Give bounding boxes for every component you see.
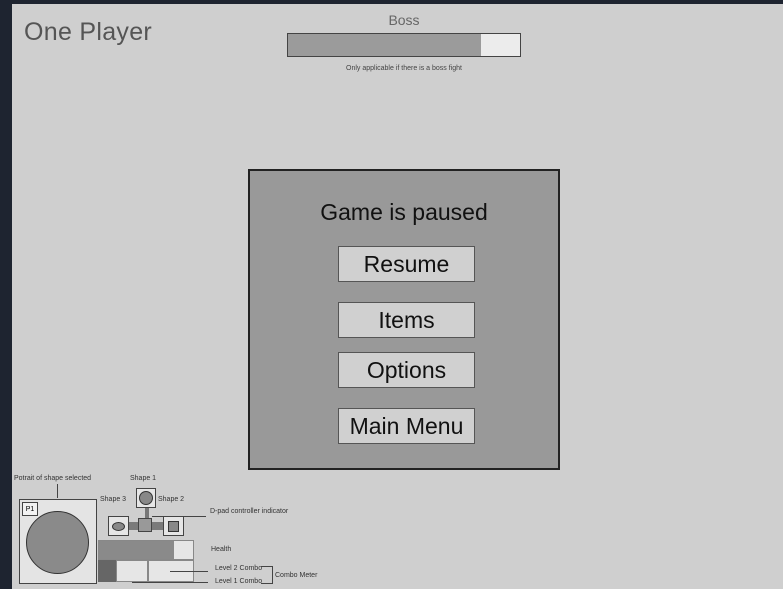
level2-label: Level 2 Combo bbox=[215, 565, 263, 572]
shape3-icon bbox=[112, 522, 125, 531]
boss-note: Only applicable if there is a boss fight bbox=[346, 65, 462, 72]
dpad-pointer bbox=[152, 516, 206, 517]
combo-meter-fill bbox=[98, 560, 116, 582]
boss-health-bar bbox=[287, 33, 521, 57]
portrait-pointer bbox=[57, 484, 58, 498]
shape2-slot bbox=[163, 516, 184, 536]
level2-pointer bbox=[170, 571, 208, 572]
level1-label: Level 1 Combo bbox=[215, 578, 263, 585]
level1-combo-slot bbox=[116, 560, 148, 582]
options-button[interactable]: Options bbox=[338, 352, 475, 388]
game-canvas: One Player Boss Only applicable if there… bbox=[12, 4, 783, 589]
shape2-label: Shape 2 bbox=[158, 496, 185, 503]
dpad-center-icon bbox=[138, 518, 152, 532]
level1-pointer bbox=[132, 582, 208, 583]
pause-title: Game is paused bbox=[320, 199, 488, 225]
pause-menu-panel: Game is paused Resume Items Options Main… bbox=[248, 169, 560, 470]
dpad-label: D-pad controller indicator bbox=[210, 508, 289, 515]
shape1-label: Shape 1 bbox=[130, 475, 157, 482]
shape3-slot bbox=[108, 516, 129, 536]
main-menu-button[interactable]: Main Menu bbox=[338, 408, 475, 444]
health-label: Health bbox=[211, 546, 232, 553]
shape1-slot bbox=[136, 488, 156, 508]
combo-bracket bbox=[261, 566, 273, 584]
boss-label: Boss bbox=[388, 12, 420, 28]
shape3-label: Shape 3 bbox=[100, 496, 127, 503]
player-tag: P1 bbox=[22, 502, 38, 516]
resume-button[interactable]: Resume bbox=[338, 246, 475, 282]
portrait-label: Potrait of shape selected bbox=[14, 475, 92, 482]
health-bar bbox=[98, 540, 194, 560]
dpad-up-arm bbox=[145, 508, 149, 518]
health-fill bbox=[99, 541, 175, 559]
items-button[interactable]: Items bbox=[338, 302, 475, 338]
mode-title: One Player bbox=[24, 18, 153, 46]
shape1-icon bbox=[139, 491, 153, 505]
boss-health-fill bbox=[288, 34, 481, 56]
shape2-icon bbox=[168, 521, 179, 532]
combo-meter-label: Combo Meter bbox=[275, 572, 318, 579]
portrait-shape-icon bbox=[26, 511, 89, 574]
